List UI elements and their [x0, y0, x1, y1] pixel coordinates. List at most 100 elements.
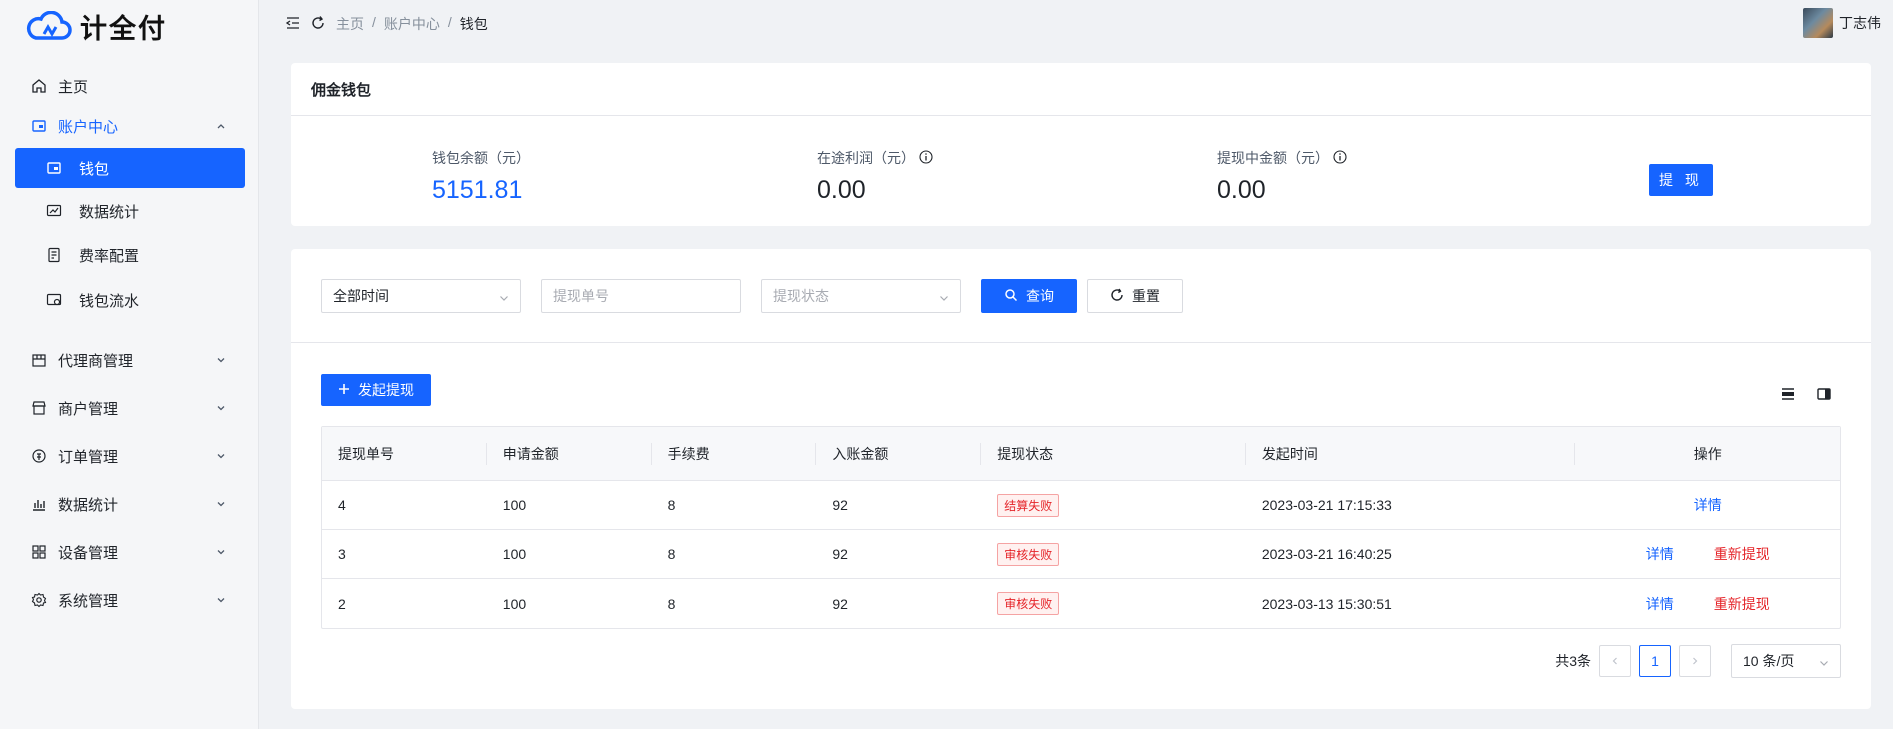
cell-fee: 8 — [667, 497, 676, 513]
sidebar-item-wallet[interactable]: 钱包 — [15, 148, 245, 188]
pagination: 共3条 1 10 条/页 — [1555, 644, 1841, 678]
cell-net-amount: 92 — [832, 546, 848, 562]
sidebar-item-label: 设备管理 — [58, 544, 119, 562]
cell-amount: 100 — [502, 497, 527, 513]
withdraw-list-card: 全部时间 提现单号 提现状态 查询 重置 发起提现 提现单号 申请金额 手续费 — [291, 249, 1871, 709]
user-menu[interactable]: 丁志伟 — [1803, 8, 1881, 38]
chevron-down-icon — [498, 291, 510, 307]
page-size-select[interactable]: 10 条/页 — [1731, 644, 1841, 678]
sidebar-item-label: 数据统计 — [58, 496, 119, 514]
chevron-down-icon — [215, 545, 227, 562]
density-icon[interactable] — [1779, 385, 1797, 403]
status-placeholder: 提现状态 — [773, 288, 829, 304]
start-withdraw-label: 发起提现 — [358, 382, 414, 398]
cell-actions: 详情 重新提现 — [1575, 530, 1840, 578]
detail-link[interactable]: 详情 — [1646, 594, 1674, 614]
time-range-select[interactable]: 全部时间 — [321, 279, 521, 313]
cell-actions: 详情 重新提现 — [1575, 579, 1840, 628]
stats-icon — [45, 202, 63, 220]
sidebar-item-system-management[interactable]: 系统管理 — [15, 580, 245, 620]
info-icon[interactable] — [919, 149, 933, 167]
sidebar-item-order-management[interactable]: 订单管理 — [15, 436, 245, 476]
sidebar-item-label: 账户中心 — [58, 118, 119, 136]
prev-page-button[interactable] — [1599, 645, 1631, 677]
balance-stat: 钱包余额（元） 5151.81 — [432, 148, 530, 205]
sidebar-item-home[interactable]: 主页 — [15, 66, 245, 106]
chevron-down-icon — [1818, 656, 1830, 672]
query-button[interactable]: 查询 — [981, 279, 1077, 313]
rewithdraw-link[interactable]: 重新提现 — [1714, 594, 1770, 614]
cell-fee: 8 — [667, 546, 676, 562]
info-icon[interactable] — [1333, 149, 1347, 167]
page-button-1[interactable]: 1 — [1639, 645, 1671, 677]
refresh-icon[interactable] — [309, 14, 327, 32]
withdraw-table: 提现单号 申请金额 手续费 入账金额 提现状态 发起时间 操作 4 100 8 … — [321, 426, 1841, 629]
wallet-icon — [30, 117, 48, 135]
topbar: 主页 / 账户中心 / 钱包 丁志伟 — [260, 0, 1893, 46]
column-settings-icon[interactable] — [1815, 385, 1833, 403]
refresh-icon — [1110, 288, 1124, 305]
time-range-value: 全部时间 — [333, 288, 389, 304]
status-badge: 审核失败 — [997, 592, 1060, 615]
reset-button-label: 重置 — [1132, 288, 1160, 304]
divider — [291, 342, 1871, 343]
wallet-card: 佣金钱包 钱包余额（元） 5151.81 在途利润（元） 0.00 提现中金额（… — [291, 63, 1871, 226]
status-select[interactable]: 提现状态 — [761, 279, 961, 313]
chevron-down-icon — [215, 497, 227, 514]
table-row: 2 100 8 92 审核失败 2023-03-13 15:30:51 详情 重… — [322, 579, 1840, 628]
cell-order-number: 2 — [338, 595, 346, 612]
reset-button[interactable]: 重置 — [1087, 279, 1183, 313]
cell-net-amount: 92 — [832, 595, 848, 612]
withdraw-button[interactable]: 提 现 — [1649, 164, 1713, 196]
next-page-button[interactable] — [1679, 645, 1711, 677]
cell-status: 结算失败 — [981, 481, 1246, 529]
pending-value: 0.00 — [1217, 176, 1266, 204]
cell-order-number: 3 — [338, 546, 346, 562]
query-button-label: 查询 — [1026, 288, 1054, 304]
bar-chart-icon — [30, 495, 48, 513]
gear-icon — [30, 591, 48, 609]
header-amount: 申请金额 — [487, 427, 652, 480]
collapse-menu-icon[interactable] — [284, 14, 302, 32]
header-status: 提现状态 — [981, 427, 1246, 480]
chevron-right-icon — [1693, 657, 1698, 665]
chevron-left-icon — [1612, 657, 1617, 665]
sidebar-item-data-stats[interactable]: 数据统计 — [15, 191, 245, 231]
sidebar-item-device-management[interactable]: 设备管理 — [15, 532, 245, 572]
detail-link[interactable]: 详情 — [1694, 495, 1722, 515]
header-net-amount: 入账金额 — [816, 427, 981, 480]
breadcrumb-account-center[interactable]: 账户中心 — [384, 14, 440, 34]
search-icon — [1004, 288, 1018, 305]
sidebar-item-agent-management[interactable]: 代理商管理 — [15, 340, 245, 380]
sidebar-item-label: 数据统计 — [79, 203, 140, 221]
cloud-logo-icon — [26, 11, 72, 40]
agent-icon — [30, 351, 48, 369]
breadcrumb-current: 钱包 — [459, 16, 488, 32]
transit-value: 0.00 — [817, 176, 866, 204]
sidebar-item-label: 代理商管理 — [58, 352, 134, 370]
cell-amount: 100 — [502, 595, 527, 612]
sidebar-item-wallet-flow[interactable]: 钱包流水 — [15, 280, 245, 320]
sidebar-item-merchant-management[interactable]: 商户管理 — [15, 388, 245, 428]
wallet-icon — [45, 159, 63, 177]
sidebar-item-data-statistics[interactable]: 数据统计 — [15, 484, 245, 524]
chevron-down-icon — [215, 593, 227, 610]
plus-icon — [338, 382, 350, 398]
start-withdraw-button[interactable]: 发起提现 — [321, 374, 431, 406]
chevron-down-icon — [215, 449, 227, 466]
rewithdraw-link[interactable]: 重新提现 — [1714, 544, 1770, 564]
detail-link[interactable]: 详情 — [1646, 544, 1674, 564]
cell-net-amount: 92 — [832, 497, 848, 513]
breadcrumb-home[interactable]: 主页 — [336, 14, 364, 34]
header-time: 发起时间 — [1246, 427, 1576, 480]
status-badge: 审核失败 — [997, 542, 1060, 566]
sidebar-item-label: 主页 — [58, 78, 89, 96]
balance-value: 5151.81 — [432, 176, 523, 204]
sidebar-item-rate-config[interactable]: 费率配置 — [15, 235, 245, 275]
sidebar-item-account-center[interactable]: 账户中心 — [15, 106, 245, 146]
sidebar-item-label: 费率配置 — [79, 247, 140, 265]
chevron-down-icon — [215, 401, 227, 418]
order-number-input[interactable]: 提现单号 — [541, 279, 741, 313]
breadcrumb-separator: / — [447, 14, 452, 30]
avatar — [1803, 8, 1833, 38]
